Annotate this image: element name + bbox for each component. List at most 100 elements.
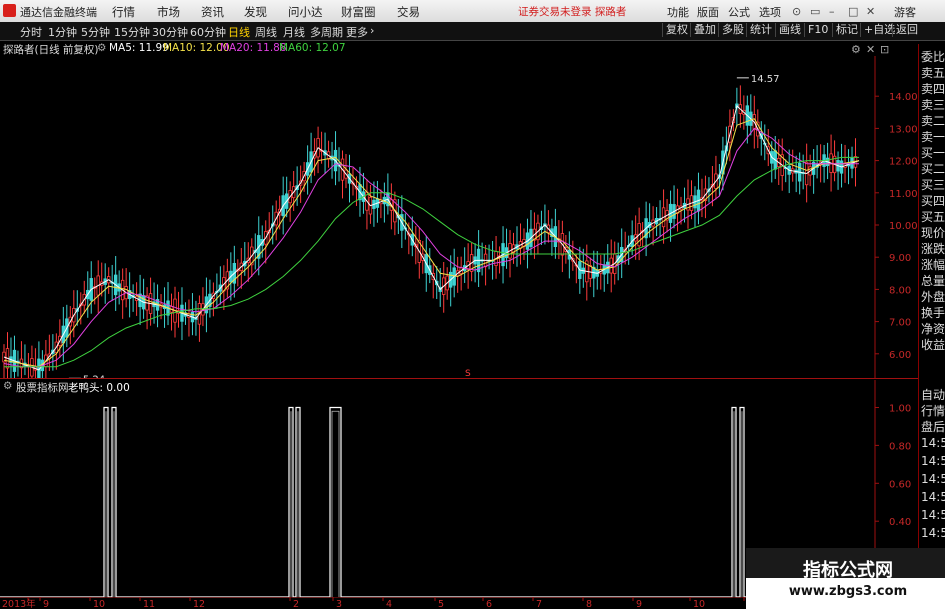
chart-settings-icon[interactable]: ⚙	[851, 43, 861, 56]
time-tick-label: 2	[293, 599, 299, 609]
time-tick-label: 7	[536, 599, 542, 609]
search-icon[interactable]: ⊙	[792, 5, 801, 18]
label-ask3: 卖三	[921, 98, 945, 112]
time-tick-label: 9	[43, 599, 49, 609]
menu-discover[interactable]: 发现	[244, 4, 267, 20]
menu-options[interactable]: 选项	[759, 4, 781, 20]
settings-icon[interactable]: ⚙	[97, 42, 106, 54]
label-price: 现价	[921, 226, 945, 240]
time-tick-label: 6	[486, 599, 492, 609]
candlestick-chart[interactable]: 14.00 13.00 12.00 11.00 10.00 9.00 8.00 7.00 6.0…	[0, 56, 918, 378]
label-bid3: 买三	[921, 178, 945, 192]
multi-stock-button[interactable]: 多股	[718, 23, 747, 37]
overlay-button[interactable]: 叠加	[690, 23, 719, 37]
tab-monthly[interactable]: 月线	[283, 24, 305, 40]
tab-quotes[interactable]: 行情	[921, 402, 945, 419]
time-tick-label: 10	[693, 599, 705, 609]
login-status[interactable]: 证券交易未登录 探路者	[518, 4, 626, 19]
app-title: 通达信金融终端	[20, 6, 97, 19]
label-outer-volume: 外盘	[921, 290, 945, 304]
tab-1min[interactable]: 1分钟	[48, 24, 77, 40]
tick-time: 14:5	[921, 472, 945, 486]
tick-time: 14:5	[921, 454, 945, 468]
statistics-button[interactable]: 统计	[746, 23, 775, 37]
menu-news[interactable]: 资讯	[201, 4, 224, 20]
indicator-tick-label: 0.40	[889, 517, 911, 528]
label-bid4: 买四	[921, 194, 945, 208]
label-earnings: 收益	[921, 338, 945, 352]
time-tick-label: 12	[193, 599, 205, 609]
label-bid5: 买五	[921, 210, 945, 224]
stock-title: 探路者(日线 前复权)	[3, 44, 99, 56]
chevron-right-icon[interactable]: ›	[370, 24, 374, 37]
time-tick-label: 8	[586, 599, 592, 609]
sell-signal-marker: S	[465, 369, 471, 378]
ma20-label: MA20: 11.88	[220, 42, 287, 54]
indicator-line	[0, 406, 875, 598]
tick-time: 14:5	[921, 526, 945, 540]
tab-after-hours[interactable]: 盘后	[921, 418, 945, 435]
price-tick-label: 8.00	[889, 285, 911, 296]
tab-30min[interactable]: 30分钟	[152, 24, 188, 40]
ma5-label: MA5: 11.99	[109, 42, 169, 54]
label-change-pct: 涨幅	[921, 258, 945, 272]
tab-auto[interactable]: 自动	[921, 386, 945, 403]
high-price-label: 14.57	[751, 74, 780, 85]
label-ask1: 卖一	[921, 130, 945, 144]
tab-intraday[interactable]: 分时	[20, 24, 42, 40]
menu-formula[interactable]: 公式	[728, 4, 750, 20]
guest-user[interactable]: 游客	[894, 4, 916, 20]
menu-wealth-circle[interactable]: 财富圈	[341, 4, 376, 20]
tab-daily[interactable]: 日线	[228, 24, 250, 40]
tab-weekly[interactable]: 周线	[255, 24, 277, 40]
chart-expand-icon[interactable]: ⊡	[880, 43, 889, 56]
adjust-button[interactable]: 复权	[662, 23, 691, 37]
tab-multi-period[interactable]: 多周期	[310, 24, 343, 40]
price-tick-label: 6.00	[889, 350, 911, 361]
price-tick-label: 9.00	[889, 253, 911, 264]
time-tick-label: 10	[93, 599, 105, 609]
menu-market[interactable]: 市场	[157, 4, 180, 20]
time-tick-label: 9	[636, 599, 642, 609]
tick-time: 14:5	[921, 490, 945, 504]
minimize-icon[interactable]: –	[829, 5, 835, 18]
ma-line-ma20	[3, 127, 859, 368]
back-button[interactable]: 返回	[892, 23, 921, 37]
close-icon[interactable]: ✕	[866, 5, 875, 18]
price-tick-label: 7.00	[889, 318, 911, 329]
time-tick-label: 2013年	[2, 598, 36, 609]
label-bid2: 买二	[921, 162, 945, 176]
label-ask2: 卖二	[921, 114, 945, 128]
tab-more[interactable]: 更多	[346, 24, 368, 40]
menu-function[interactable]: 功能	[667, 4, 689, 20]
f10-button[interactable]: F10	[804, 23, 831, 37]
tab-15min[interactable]: 15分钟	[114, 24, 150, 40]
watermark-title: 指标公式网	[803, 560, 893, 581]
label-net-assets: 净资	[921, 322, 945, 336]
indicator-tick-label: 0.60	[889, 479, 911, 490]
tab-60min[interactable]: 60分钟	[190, 24, 226, 40]
menu-trade[interactable]: 交易	[397, 4, 420, 20]
chart-close-icon[interactable]: ✕	[866, 43, 875, 56]
time-tick-label: 4	[386, 599, 392, 609]
quote-panel: 委比 卖五 卖四 卖三 卖二 卖一 买一 买二 买三 买四 买五 现价 涨跌 涨…	[918, 44, 945, 609]
indicator-tick-label: 1.00	[889, 403, 911, 414]
app-logo-icon	[3, 4, 16, 17]
menu-layout[interactable]: 版面	[697, 4, 719, 20]
menu-quotes[interactable]: 行情	[112, 4, 135, 20]
tab-5min[interactable]: 5分钟	[81, 24, 110, 40]
maximize-icon[interactable]: □	[848, 5, 858, 18]
menu-bar: 通达信金融终端 行情 市场 资讯 发现 问小达 财富圈 交易 证券交易未登录 探…	[0, 0, 945, 23]
label-ask4: 卖四	[921, 82, 945, 96]
label-order-ratio: 委比	[921, 50, 945, 64]
tick-time: 14:5	[921, 508, 945, 522]
price-tick-label: 13.00	[889, 124, 918, 135]
ma60-label: MA60: 12.07	[279, 42, 346, 54]
time-tick-label: 5	[438, 599, 444, 609]
draw-line-button[interactable]: 画线	[775, 23, 804, 37]
message-icon[interactable]: ▭	[810, 5, 820, 18]
mark-button[interactable]: 标记	[832, 23, 861, 37]
ma-line-ma60	[4, 156, 859, 368]
menu-ask[interactable]: 问小达	[288, 4, 323, 20]
time-tick-label: 11	[143, 599, 155, 609]
